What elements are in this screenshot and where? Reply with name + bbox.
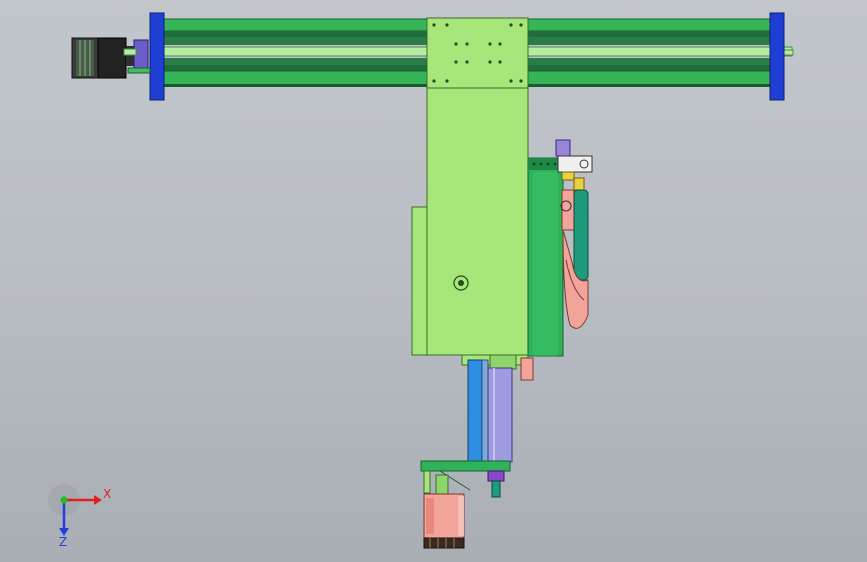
axis-triad-icon: X Z <box>48 484 111 549</box>
end-plate-right[interactable] <box>769 12 785 101</box>
gripper-body[interactable] <box>423 493 465 549</box>
axis-z-label: Z <box>59 535 67 549</box>
cad-model-view[interactable] <box>0 0 867 562</box>
axis-x-label: X <box>103 487 111 501</box>
stepper-motor-x[interactable] <box>71 37 151 79</box>
vertical-cylinder[interactable] <box>461 354 534 463</box>
cad-viewport[interactable]: X Z <box>0 0 867 562</box>
linear-rail-module[interactable] <box>71 12 794 101</box>
z-axis-plate[interactable] <box>411 87 529 356</box>
carriage-plate[interactable] <box>426 17 529 91</box>
side-bracket[interactable] <box>527 157 564 357</box>
lower-bracket[interactable] <box>420 460 511 498</box>
end-plate-left[interactable] <box>149 12 165 101</box>
